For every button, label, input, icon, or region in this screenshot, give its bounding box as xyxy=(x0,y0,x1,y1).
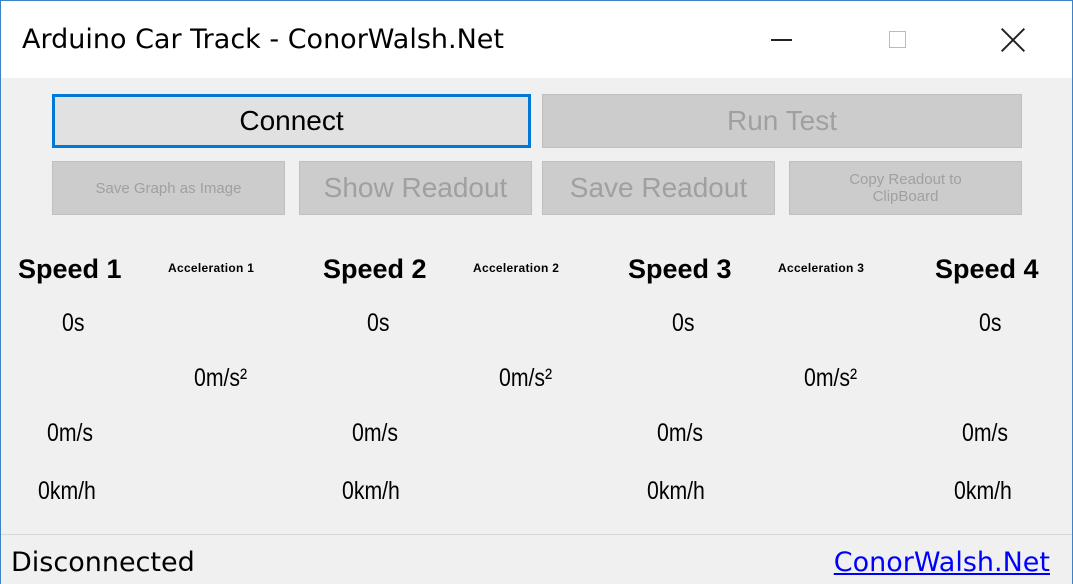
speed-3-ms: 0m/s xyxy=(657,419,704,447)
connection-status: Disconnected xyxy=(11,547,195,578)
acceleration-3-value: 0m/s² xyxy=(804,364,858,392)
speed-4-time: 0s xyxy=(979,309,1002,337)
speed-2-time: 0s xyxy=(367,309,390,337)
copy-readout-button[interactable]: Copy Readout to ClipBoard xyxy=(789,161,1022,215)
minimize-button[interactable] xyxy=(723,1,839,78)
speed-3-time: 0s xyxy=(672,309,695,337)
minimize-icon xyxy=(770,38,792,41)
speed-4-header: Speed 4 xyxy=(935,254,1039,284)
speed-3-header: Speed 3 xyxy=(628,254,732,284)
show-readout-button[interactable]: Show Readout xyxy=(299,161,532,215)
speed-1-ms: 0m/s xyxy=(47,419,94,447)
acceleration-3-header: Acceleration 3 xyxy=(778,261,865,275)
connect-button[interactable]: Connect xyxy=(52,94,531,148)
window-title: Arduino Car Track - ConorWalsh.Net xyxy=(22,24,504,55)
speed-2-header: Speed 2 xyxy=(323,254,427,284)
maximize-button[interactable] xyxy=(839,1,955,78)
acceleration-1-header: Acceleration 1 xyxy=(168,261,255,275)
close-icon xyxy=(1001,28,1025,52)
app-window: Arduino Car Track - ConorWalsh.Net Conne… xyxy=(0,0,1073,584)
speed-4-ms: 0m/s xyxy=(962,419,1009,447)
acceleration-1-value: 0m/s² xyxy=(194,364,248,392)
maximize-icon xyxy=(888,31,906,48)
speed-1-time: 0s xyxy=(62,309,85,337)
speed-4-kmh: 0km/h xyxy=(954,477,1012,505)
status-bar: Disconnected ConorWalsh.Net xyxy=(1,534,1072,584)
close-button[interactable] xyxy=(955,1,1071,78)
acceleration-2-value: 0m/s² xyxy=(499,364,553,392)
save-graph-button[interactable]: Save Graph as Image xyxy=(52,161,285,215)
speed-2-ms: 0m/s xyxy=(352,419,399,447)
run-test-button[interactable]: Run Test xyxy=(542,94,1022,148)
acceleration-2-header: Acceleration 2 xyxy=(473,261,560,275)
speed-1-kmh: 0km/h xyxy=(38,477,96,505)
save-readout-button[interactable]: Save Readout xyxy=(542,161,775,215)
speed-1-header: Speed 1 xyxy=(18,254,122,284)
speed-3-kmh: 0km/h xyxy=(647,477,705,505)
title-bar: Arduino Car Track - ConorWalsh.Net xyxy=(1,1,1072,78)
website-link[interactable]: ConorWalsh.Net xyxy=(834,547,1050,578)
speed-2-kmh: 0km/h xyxy=(342,477,400,505)
